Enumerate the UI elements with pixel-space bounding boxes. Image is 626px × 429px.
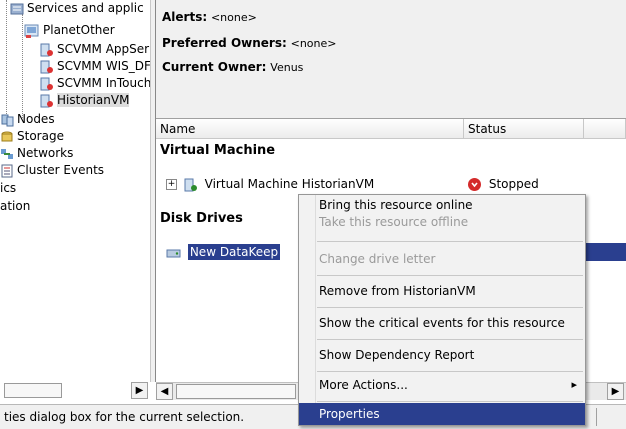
- status-divider: [596, 408, 597, 426]
- column-header-status[interactable]: Status: [464, 119, 584, 139]
- tree-item-networks[interactable]: Networks: [0, 145, 73, 161]
- table-row-disk[interactable]: New DataKeep: [166, 243, 281, 261]
- alerts-line: Alerts: <none>: [162, 10, 257, 24]
- nodes-icon: [0, 113, 14, 127]
- vm-icon: [184, 178, 198, 192]
- tree-item-storage[interactable]: Storage: [0, 128, 64, 144]
- vm-icon: [40, 77, 54, 91]
- group-header-disk-drives: Disk Drives: [160, 211, 243, 226]
- tree-line: [6, 0, 7, 118]
- vm-group-icon: [24, 23, 40, 39]
- expand-icon[interactable]: +: [166, 179, 177, 190]
- vm-status-cell: Stopped: [468, 175, 539, 193]
- menu-separator: [317, 401, 583, 402]
- menu-item-take-offline[interactable]: Take this resource offline: [299, 213, 585, 235]
- menu-item-critical-events[interactable]: Show the critical events for this resour…: [299, 309, 585, 337]
- menu-item-change-drive-letter[interactable]: Change drive letter: [299, 245, 585, 273]
- tree-item-scvmm-appser[interactable]: SCVMM AppSer: [40, 41, 149, 57]
- context-menu: Bring this resource online Take this res…: [298, 194, 586, 426]
- menu-item-dependency-report[interactable]: Show Dependency Report: [299, 341, 585, 369]
- table-row-vm[interactable]: + Virtual Machine HistorianVM: [166, 175, 374, 193]
- menu-item-more-actions[interactable]: More Actions... ▸: [299, 371, 585, 399]
- tree-horizontal-scrollbar[interactable]: ▶: [0, 382, 150, 400]
- vm-icon: [40, 94, 54, 108]
- stopped-status-icon: [468, 178, 481, 191]
- scrollbar-thumb[interactable]: [4, 383, 62, 398]
- services-icon: [10, 2, 24, 16]
- networks-icon: [0, 147, 14, 161]
- scroll-left-button[interactable]: ◀: [156, 383, 173, 400]
- menu-separator: [317, 307, 583, 308]
- tree-item-partial-2[interactable]: ation: [0, 198, 30, 214]
- scroll-right-button[interactable]: ▶: [607, 383, 624, 400]
- column-header-name[interactable]: Name: [156, 119, 464, 139]
- menu-separator: [317, 241, 583, 242]
- tree-item-historianvm[interactable]: HistorianVM: [40, 92, 130, 108]
- tree-item-nodes[interactable]: Nodes: [0, 111, 55, 127]
- tree-item-cluster-events[interactable]: Cluster Events: [0, 162, 104, 178]
- column-header-empty[interactable]: [584, 119, 626, 139]
- menu-separator: [317, 275, 583, 276]
- tree-item-scvmm-wis[interactable]: SCVMM WIS_DF: [40, 58, 150, 74]
- tree-item-services[interactable]: Services and applic: [10, 0, 144, 16]
- resource-summary-panel: Alerts: <none> Preferred Owners: <none> …: [156, 0, 626, 118]
- group-header-virtual-machine: Virtual Machine: [160, 143, 276, 158]
- menu-item-remove[interactable]: Remove from HistorianVM: [299, 277, 585, 305]
- submenu-arrow-icon: ▸: [571, 378, 577, 391]
- tree-item-planetother[interactable]: PlanetOther: [24, 22, 115, 38]
- disk-icon: [166, 246, 182, 260]
- vm-icon: [40, 60, 54, 74]
- preferred-owners-line: Preferred Owners: <none>: [162, 36, 337, 50]
- scrollbar-thumb[interactable]: [176, 384, 296, 399]
- vm-icon: [40, 43, 54, 57]
- tree-item-partial-1[interactable]: ics: [0, 180, 16, 196]
- menu-separator: [317, 339, 583, 340]
- scroll-right-button[interactable]: ▶: [131, 382, 148, 399]
- tree-line: [22, 14, 23, 118]
- storage-icon: [0, 130, 14, 144]
- navigation-tree: Services and applic PlanetOther SCVMM Ap…: [0, 0, 150, 380]
- menu-item-properties[interactable]: Properties: [299, 403, 585, 425]
- tree-item-scvmm-intouch[interactable]: SCVMM InTouch: [40, 75, 150, 91]
- events-icon: [0, 164, 14, 178]
- row-selection-highlight: [586, 243, 626, 261]
- current-owner-line: Current Owner: Venus: [162, 60, 304, 74]
- status-text: ties dialog box for the current selectio…: [4, 410, 245, 424]
